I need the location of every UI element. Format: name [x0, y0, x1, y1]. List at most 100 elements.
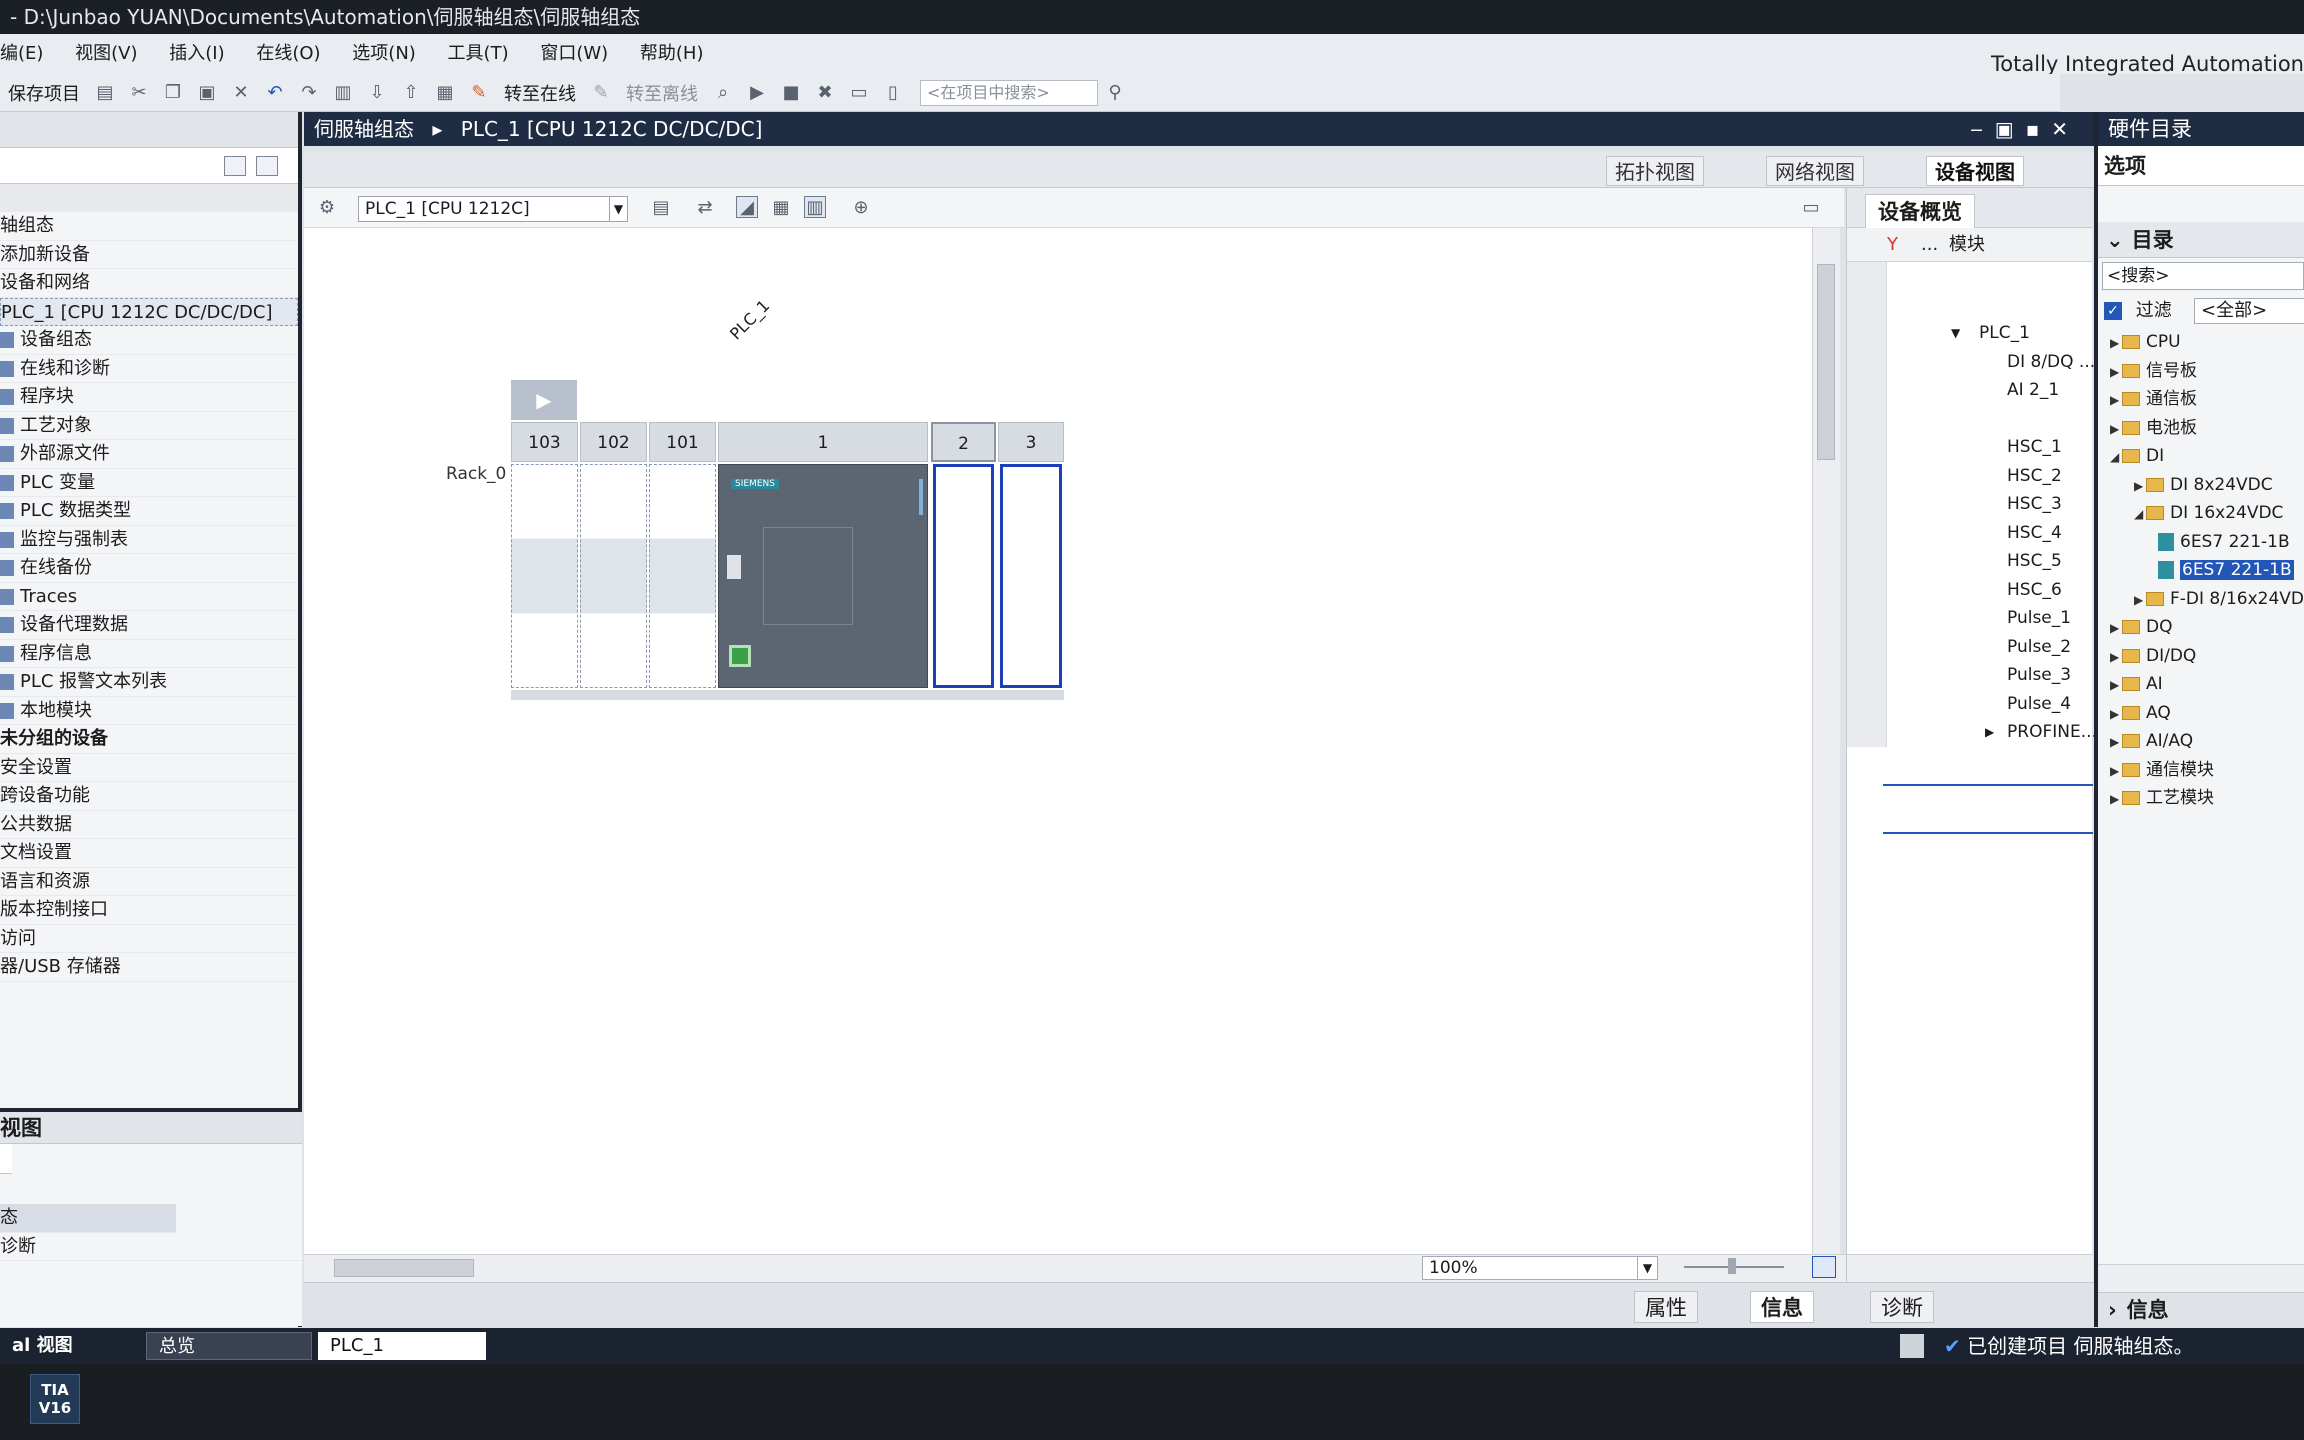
- undo-icon[interactable]: ↶: [264, 82, 286, 104]
- catalog-item[interactable]: ▶ 信号板: [2098, 357, 2304, 386]
- tab-diagnostics[interactable]: 诊断: [1870, 1291, 1934, 1323]
- catalog-item[interactable]: ◢ DI 16x24VDC: [2098, 499, 2304, 528]
- breadcrumb-device[interactable]: PLC_1 [CPU 1212C DC/DC/DC]: [461, 117, 763, 141]
- catalog-item[interactable]: ◢ DI: [2098, 442, 2304, 471]
- rack-slot-3[interactable]: [1000, 464, 1062, 688]
- device-select[interactable]: PLC_1 [CPU 1212C] ▼: [358, 196, 628, 222]
- tia-portal-app-icon[interactable]: TIA V16: [30, 1374, 80, 1424]
- collapsed-triangle-icon[interactable]: ▶: [2110, 358, 2122, 387]
- menu-window[interactable]: 窗口(W): [540, 43, 608, 64]
- save-project-button[interactable]: 保存项目: [8, 80, 80, 106]
- message-log-icon[interactable]: [1900, 1334, 1924, 1358]
- stop-cpu-icon[interactable]: ■: [780, 82, 802, 104]
- menu-insert[interactable]: 插入(I): [169, 43, 224, 64]
- project-tree-item[interactable]: PLC_1 [CPU 1212C DC/DC/DC]: [0, 297, 298, 326]
- show-interfaces-icon[interactable]: ⇄: [694, 196, 716, 218]
- compile-icon[interactable]: ▥: [332, 82, 354, 104]
- overview-row[interactable]: HSC_6: [1847, 575, 2092, 604]
- project-tree-item[interactable]: 语言和资源: [0, 868, 298, 896]
- rack-slot-102[interactable]: [580, 464, 647, 688]
- overview-row[interactable]: HSC_2: [1847, 461, 2092, 490]
- tab-info[interactable]: 信息: [1750, 1291, 1814, 1323]
- catalog-item[interactable]: ▶ DI 8x24VDC: [2098, 471, 2304, 500]
- filter-select[interactable]: <全部>: [2194, 298, 2304, 324]
- collapsed-triangle-icon[interactable]: ▶: [2110, 386, 2122, 415]
- collapsed-triangle-icon[interactable]: ▶: [2110, 415, 2122, 444]
- catalog-item[interactable]: ▶ 通信模块: [2098, 756, 2304, 785]
- upload-icon[interactable]: ⇧: [400, 82, 422, 104]
- table-view-icon[interactable]: [224, 156, 246, 176]
- collapsed-triangle-icon[interactable]: ▶: [2110, 700, 2122, 729]
- menu-tools[interactable]: 工具(T): [448, 43, 509, 64]
- go-online-icon[interactable]: ✎: [468, 82, 490, 104]
- overview-row[interactable]: [1847, 404, 2092, 433]
- simulate-icon[interactable]: ▦: [434, 82, 456, 104]
- project-tree-item[interactable]: 工艺对象: [0, 412, 298, 440]
- project-tree-item[interactable]: 文档设置: [0, 839, 298, 868]
- collapsed-triangle-icon[interactable]: ▶: [2110, 643, 2122, 672]
- catalog-options[interactable]: 选项: [2098, 146, 2304, 186]
- paste-icon[interactable]: ▣: [196, 82, 218, 104]
- overview-row[interactable]: Pulse_1: [1847, 604, 2092, 633]
- collapsed-triangle-icon[interactable]: ▶: [2110, 785, 2122, 814]
- collapsed-triangle-icon[interactable]: ▶: [2110, 757, 2122, 786]
- device-tree-icon[interactable]: ⚙: [316, 196, 338, 218]
- project-tree-item[interactable]: 程序信息: [0, 640, 298, 668]
- overview-horizontal-scrollbar[interactable]: [1847, 1254, 2093, 1282]
- menu-edit[interactable]: 编(E): [0, 43, 43, 64]
- overview-toggle-icon[interactable]: ▥: [804, 196, 826, 218]
- pane-layout-icon[interactable]: ▭: [1800, 196, 1822, 218]
- go-online-button[interactable]: 转至在线: [504, 80, 576, 106]
- overview-row[interactable]: HSC_4: [1847, 518, 2092, 547]
- catalog-info-header[interactable]: › 信息: [2098, 1292, 2304, 1327]
- start-cpu-icon[interactable]: ▶: [746, 82, 768, 104]
- tab-device-view[interactable]: 设备视图: [1926, 156, 2024, 186]
- project-tree-item[interactable]: 安全设置: [0, 754, 298, 782]
- go-offline-icon[interactable]: ✎: [590, 82, 612, 104]
- split-horizontal-icon[interactable]: ▭: [848, 82, 870, 104]
- tab-topology-view[interactable]: 拓扑视图: [1606, 156, 1704, 186]
- canvas-vertical-scrollbar[interactable]: [1812, 228, 1840, 1254]
- zoom-slider-thumb[interactable]: [1728, 1258, 1736, 1274]
- project-tree-item[interactable]: 监控与强制表: [0, 526, 298, 554]
- overview-row[interactable]: HSC_3: [1847, 490, 2092, 519]
- accessible-devices-icon[interactable]: ⌕: [712, 82, 734, 104]
- details-row[interactable]: 态: [0, 1204, 176, 1233]
- breadcrumb-root[interactable]: 伺服轴组态: [314, 117, 414, 141]
- rack-slot-2[interactable]: [933, 464, 994, 688]
- menu-options[interactable]: 选项(N): [352, 43, 416, 64]
- go-offline-button[interactable]: 转至离线: [626, 80, 698, 106]
- window-controls-icon[interactable]: ‒▣▪✕: [1970, 112, 2080, 146]
- project-tree-item[interactable]: 设备代理数据: [0, 611, 298, 640]
- chevron-down-icon[interactable]: ▼: [1637, 1257, 1657, 1279]
- project-tree-item[interactable]: 访问: [0, 925, 298, 953]
- zoom-icon[interactable]: ⊕: [850, 196, 872, 218]
- overview-row[interactable]: DI 8/DQ ...: [1847, 347, 2095, 376]
- catalog-item[interactable]: 6ES7 221-1B: [2098, 556, 2304, 585]
- menu-help[interactable]: 帮助(H): [640, 43, 704, 64]
- overview-row[interactable]: [1847, 290, 2092, 319]
- expanded-triangle-icon[interactable]: ◢: [2134, 500, 2146, 529]
- project-tree-item[interactable]: 设备组态: [0, 326, 298, 355]
- copy-icon[interactable]: ❐: [162, 82, 184, 104]
- overview-row[interactable]: ▼ PLC_1: [1847, 319, 2092, 348]
- project-tree-item[interactable]: 未分组的设备: [0, 725, 298, 754]
- expanded-triangle-icon[interactable]: ◢: [2110, 443, 2122, 472]
- rack-view-icon[interactable]: ◢: [736, 196, 758, 218]
- catalog-item[interactable]: ▶ CPU: [2098, 328, 2304, 357]
- catalog-item[interactable]: ▶ 通信板: [2098, 385, 2304, 414]
- catalog-item[interactable]: ▶ DI/DQ: [2098, 642, 2304, 671]
- cpu-module[interactable]: SIEMENS: [718, 464, 928, 688]
- project-search-input[interactable]: <在项目中搜索>: [920, 79, 1098, 106]
- cut-icon[interactable]: ✂: [128, 82, 150, 104]
- project-tree-item[interactable]: 轴组态: [0, 212, 298, 241]
- rack-slot-101[interactable]: [649, 464, 716, 688]
- project-tree-item[interactable]: 外部源文件: [0, 440, 298, 469]
- catalog-item[interactable]: ▶ DQ: [2098, 613, 2304, 642]
- zoom-fit-icon[interactable]: [1812, 1256, 1836, 1278]
- tab-network-view[interactable]: 网络视图: [1766, 156, 1864, 186]
- column-module[interactable]: 模块: [1949, 228, 1985, 262]
- show-labels-icon[interactable]: ▤: [650, 196, 672, 218]
- overview-row[interactable]: Pulse_2: [1847, 632, 2092, 661]
- cross-reference-icon[interactable]: ✖: [814, 82, 836, 104]
